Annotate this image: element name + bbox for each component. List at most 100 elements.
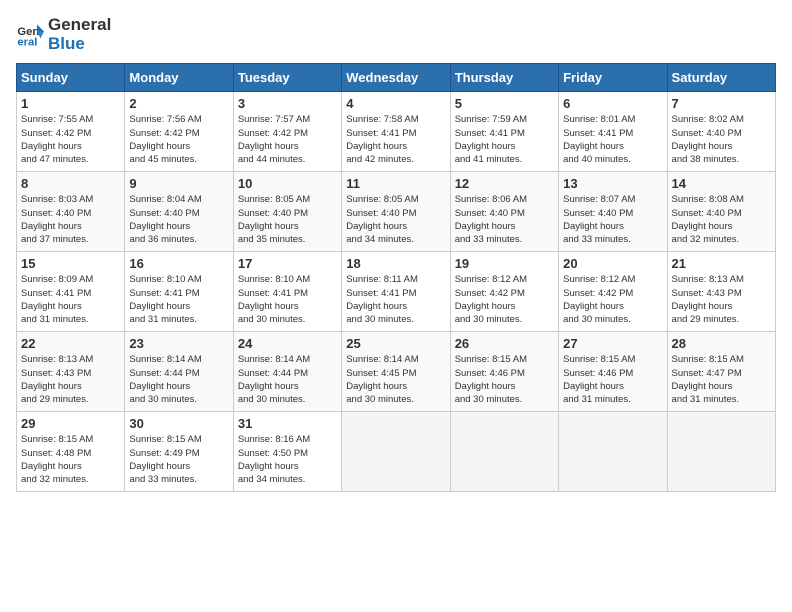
day-number: 6 bbox=[563, 96, 662, 111]
logo-line1: General bbox=[48, 16, 111, 35]
day-info: Sunrise: 8:15 AMSunset: 4:48 PMDaylight … bbox=[21, 433, 120, 486]
day-number: 11 bbox=[346, 176, 445, 191]
day-info: Sunrise: 8:05 AMSunset: 4:40 PMDaylight … bbox=[346, 193, 445, 246]
day-info: Sunrise: 8:01 AMSunset: 4:41 PMDaylight … bbox=[563, 113, 662, 166]
day-info: Sunrise: 7:58 AMSunset: 4:41 PMDaylight … bbox=[346, 113, 445, 166]
calendar-cell: 3 Sunrise: 7:57 AMSunset: 4:42 PMDaylight… bbox=[233, 92, 341, 172]
calendar-cell: 24 Sunrise: 8:14 AMSunset: 4:44 PMDayligh… bbox=[233, 332, 341, 412]
calendar-cell: 21Sunrise: 8:13 AMSunset: 4:43 PMDayligh… bbox=[667, 252, 775, 332]
calendar-cell: 23Sunrise: 8:14 AMSunset: 4:44 PMDayligh… bbox=[125, 332, 233, 412]
calendar-week-2: 8 Sunrise: 8:03 AMSunset: 4:40 PMDaylight… bbox=[17, 172, 776, 252]
calendar-cell: 31 Sunrise: 8:16 AMSunset: 4:50 PMDayligh… bbox=[233, 412, 341, 492]
calendar-cell: 4 Sunrise: 7:58 AMSunset: 4:41 PMDaylight… bbox=[342, 92, 450, 172]
calendar-cell bbox=[667, 412, 775, 492]
day-number: 31 bbox=[238, 416, 337, 431]
calendar-cell: 29 Sunrise: 8:15 AMSunset: 4:48 PMDayligh… bbox=[17, 412, 125, 492]
calendar-cell: 5 Sunrise: 7:59 AMSunset: 4:41 PMDaylight… bbox=[450, 92, 558, 172]
day-info: Sunrise: 7:56 AMSunset: 4:42 PMDaylight … bbox=[129, 113, 228, 166]
day-number: 12 bbox=[455, 176, 554, 191]
calendar-cell: 8 Sunrise: 8:03 AMSunset: 4:40 PMDaylight… bbox=[17, 172, 125, 252]
calendar-cell bbox=[342, 412, 450, 492]
calendar-week-4: 22 Sunrise: 8:13 AMSunset: 4:43 PMDayligh… bbox=[17, 332, 776, 412]
day-number: 27 bbox=[563, 336, 662, 351]
day-number: 1 bbox=[21, 96, 120, 111]
logo-line2: Blue bbox=[48, 35, 111, 54]
calendar-cell: 10 Sunrise: 8:05 AMSunset: 4:40 PMDayligh… bbox=[233, 172, 341, 252]
day-number: 17 bbox=[238, 256, 337, 271]
calendar-cell bbox=[450, 412, 558, 492]
calendar-cell: 27 Sunrise: 8:15 AMSunset: 4:46 PMDayligh… bbox=[559, 332, 667, 412]
calendar-cell: 22 Sunrise: 8:13 AMSunset: 4:43 PMDayligh… bbox=[17, 332, 125, 412]
day-info: Sunrise: 8:16 AMSunset: 4:50 PMDaylight … bbox=[238, 433, 337, 486]
day-info: Sunrise: 8:08 AMSunset: 4:40 PMDaylight … bbox=[672, 193, 771, 246]
day-number: 5 bbox=[455, 96, 554, 111]
day-info: Sunrise: 8:12 AMSunset: 4:42 PMDaylight … bbox=[563, 273, 662, 326]
day-info: Sunrise: 7:57 AMSunset: 4:42 PMDaylight … bbox=[238, 113, 337, 166]
column-header-tuesday: Tuesday bbox=[233, 64, 341, 92]
day-info: Sunrise: 8:14 AMSunset: 4:44 PMDaylight … bbox=[129, 353, 228, 406]
day-info: Sunrise: 8:13 AMSunset: 4:43 PMDaylight … bbox=[21, 353, 120, 406]
calendar-cell: 6 Sunrise: 8:01 AMSunset: 4:41 PMDaylight… bbox=[559, 92, 667, 172]
calendar-cell bbox=[559, 412, 667, 492]
day-number: 20 bbox=[563, 256, 662, 271]
day-number: 19 bbox=[455, 256, 554, 271]
day-info: Sunrise: 8:10 AMSunset: 4:41 PMDaylight … bbox=[129, 273, 228, 326]
column-header-thursday: Thursday bbox=[450, 64, 558, 92]
day-info: Sunrise: 8:14 AMSunset: 4:44 PMDaylight … bbox=[238, 353, 337, 406]
logo-icon: Gen eral bbox=[16, 21, 44, 49]
calendar-cell: 9Sunrise: 8:04 AMSunset: 4:40 PMDaylight… bbox=[125, 172, 233, 252]
day-number: 28 bbox=[672, 336, 771, 351]
calendar-cell: 7Sunrise: 8:02 AMSunset: 4:40 PMDaylight… bbox=[667, 92, 775, 172]
day-info: Sunrise: 8:07 AMSunset: 4:40 PMDaylight … bbox=[563, 193, 662, 246]
column-header-friday: Friday bbox=[559, 64, 667, 92]
day-info: Sunrise: 8:02 AMSunset: 4:40 PMDaylight … bbox=[672, 113, 771, 166]
day-number: 2 bbox=[129, 96, 228, 111]
calendar-cell: 14Sunrise: 8:08 AMSunset: 4:40 PMDayligh… bbox=[667, 172, 775, 252]
day-info: Sunrise: 8:15 AMSunset: 4:46 PMDaylight … bbox=[455, 353, 554, 406]
day-number: 10 bbox=[238, 176, 337, 191]
calendar-cell: 19 Sunrise: 8:12 AMSunset: 4:42 PMDayligh… bbox=[450, 252, 558, 332]
day-number: 30 bbox=[129, 416, 228, 431]
calendar-cell: 12Sunrise: 8:06 AMSunset: 4:40 PMDayligh… bbox=[450, 172, 558, 252]
day-number: 22 bbox=[21, 336, 120, 351]
calendar-cell: 13 Sunrise: 8:07 AMSunset: 4:40 PMDayligh… bbox=[559, 172, 667, 252]
day-info: Sunrise: 8:12 AMSunset: 4:42 PMDaylight … bbox=[455, 273, 554, 326]
calendar-cell: 26 Sunrise: 8:15 AMSunset: 4:46 PMDayligh… bbox=[450, 332, 558, 412]
calendar-cell: 20 Sunrise: 8:12 AMSunset: 4:42 PMDayligh… bbox=[559, 252, 667, 332]
day-number: 24 bbox=[238, 336, 337, 351]
day-info: Sunrise: 8:15 AMSunset: 4:49 PMDaylight … bbox=[129, 433, 228, 486]
day-number: 21 bbox=[672, 256, 771, 271]
logo: Gen eral General Blue bbox=[16, 16, 111, 53]
day-number: 4 bbox=[346, 96, 445, 111]
calendar-cell: 18 Sunrise: 8:11 AMSunset: 4:41 PMDayligh… bbox=[342, 252, 450, 332]
day-number: 26 bbox=[455, 336, 554, 351]
day-info: Sunrise: 8:15 AMSunset: 4:46 PMDaylight … bbox=[563, 353, 662, 406]
column-header-saturday: Saturday bbox=[667, 64, 775, 92]
calendar-cell: 2 Sunrise: 7:56 AMSunset: 4:42 PMDaylight… bbox=[125, 92, 233, 172]
day-info: Sunrise: 8:04 AMSunset: 4:40 PMDaylight … bbox=[129, 193, 228, 246]
day-number: 13 bbox=[563, 176, 662, 191]
day-info: Sunrise: 7:59 AMSunset: 4:41 PMDaylight … bbox=[455, 113, 554, 166]
column-header-wednesday: Wednesday bbox=[342, 64, 450, 92]
day-number: 18 bbox=[346, 256, 445, 271]
calendar-week-3: 15Sunrise: 8:09 AMSunset: 4:41 PMDayligh… bbox=[17, 252, 776, 332]
day-info: Sunrise: 8:03 AMSunset: 4:40 PMDaylight … bbox=[21, 193, 120, 246]
day-number: 29 bbox=[21, 416, 120, 431]
day-number: 15 bbox=[21, 256, 120, 271]
day-info: Sunrise: 8:05 AMSunset: 4:40 PMDaylight … bbox=[238, 193, 337, 246]
calendar-cell: 16 Sunrise: 8:10 AMSunset: 4:41 PMDayligh… bbox=[125, 252, 233, 332]
calendar-cell: 25 Sunrise: 8:14 AMSunset: 4:45 PMDayligh… bbox=[342, 332, 450, 412]
day-number: 3 bbox=[238, 96, 337, 111]
day-info: Sunrise: 8:11 AMSunset: 4:41 PMDaylight … bbox=[346, 273, 445, 326]
day-number: 25 bbox=[346, 336, 445, 351]
svg-text:eral: eral bbox=[17, 36, 37, 48]
day-number: 8 bbox=[21, 176, 120, 191]
calendar-cell: 28Sunrise: 8:15 AMSunset: 4:47 PMDayligh… bbox=[667, 332, 775, 412]
day-info: Sunrise: 8:14 AMSunset: 4:45 PMDaylight … bbox=[346, 353, 445, 406]
calendar-cell: 1Sunrise: 7:55 AMSunset: 4:42 PMDaylight… bbox=[17, 92, 125, 172]
header: Gen eral General Blue bbox=[16, 16, 776, 53]
calendar-week-5: 29 Sunrise: 8:15 AMSunset: 4:48 PMDayligh… bbox=[17, 412, 776, 492]
calendar-cell: 11 Sunrise: 8:05 AMSunset: 4:40 PMDayligh… bbox=[342, 172, 450, 252]
calendar-table: SundayMondayTuesdayWednesdayThursdayFrid… bbox=[16, 63, 776, 492]
day-number: 16 bbox=[129, 256, 228, 271]
